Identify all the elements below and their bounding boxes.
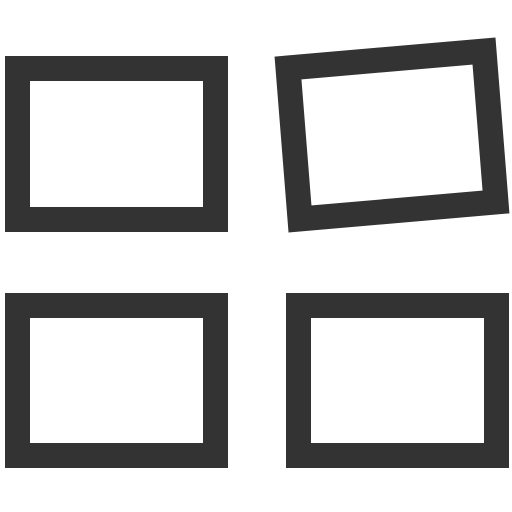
tile-bottom-right	[286, 293, 509, 468]
tile-bottom-left	[5, 293, 228, 468]
icon-canvas	[0, 0, 512, 512]
tile-top-right	[274, 37, 510, 233]
tile-top-left	[5, 56, 228, 232]
widgets-icon	[5, 37, 510, 468]
